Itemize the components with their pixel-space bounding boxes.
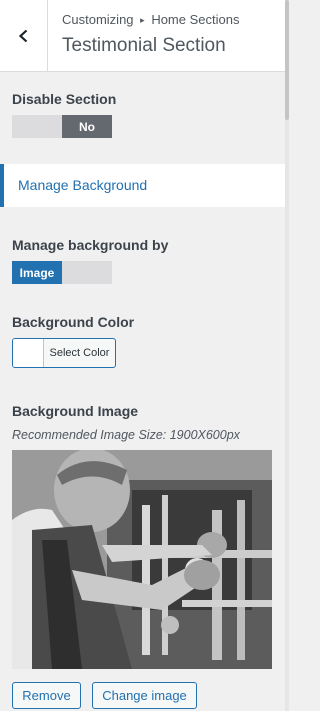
worker-photo-icon [12, 450, 272, 669]
remove-image-button[interactable]: Remove [12, 682, 81, 709]
breadcrumb-root: Customizing [62, 12, 134, 27]
manage-background-label: Manage Background [18, 177, 148, 193]
back-button[interactable] [0, 0, 48, 71]
disable-section-toggle[interactable]: No [12, 115, 112, 138]
toggle-off-segment[interactable] [12, 115, 62, 138]
breadcrumb-parent: Home Sections [151, 12, 240, 27]
select-color-label: Select Color [49, 347, 110, 359]
scrollbar-thumb[interactable] [285, 0, 289, 120]
disable-section-label: Disable Section [12, 91, 117, 107]
color-swatch [13, 339, 44, 367]
toggle-value-image[interactable]: Image [12, 261, 62, 284]
page-title: Testimonial Section [62, 35, 226, 56]
manage-background-by-label: Manage background by [12, 237, 169, 253]
scrollbar[interactable] [285, 0, 289, 711]
background-color-label: Background Color [12, 314, 135, 330]
recommended-size-note: Recommended Image Size: 1900X600px [12, 428, 240, 442]
manage-background-by-toggle[interactable]: Image [12, 261, 112, 284]
select-color-button[interactable]: Select Color [12, 338, 116, 368]
change-image-button[interactable]: Change image [92, 682, 197, 709]
toggle-off-segment[interactable] [62, 261, 112, 284]
background-image-label: Background Image [12, 403, 139, 419]
toggle-value-no[interactable]: No [62, 115, 112, 138]
manage-background-section[interactable]: Manage Background [0, 164, 285, 207]
breadcrumb-separator: ▸ [140, 15, 145, 25]
chevron-left-icon [18, 29, 27, 42]
breadcrumb: Customizing ▸ Home Sections [62, 12, 239, 27]
customizer-header: Customizing ▸ Home Sections Testimonial … [0, 0, 285, 72]
background-image-preview [12, 450, 272, 669]
